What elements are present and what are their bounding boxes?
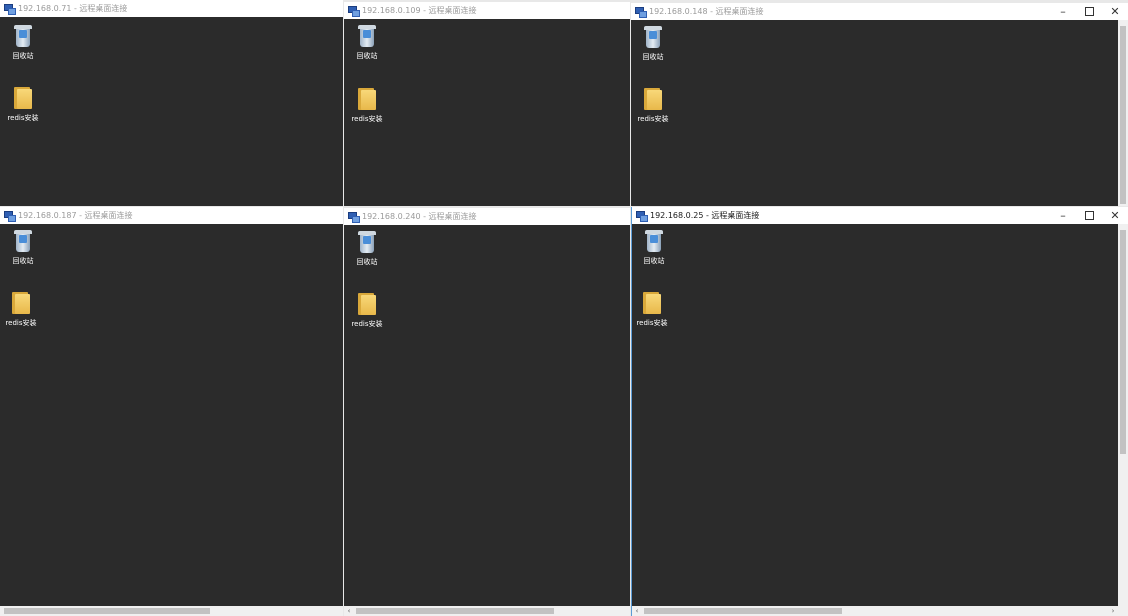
maximize-icon <box>1084 211 1094 220</box>
remote-desktop: 回收站 redis安装 <box>632 224 1128 616</box>
scroll-thumb[interactable] <box>1120 26 1126 204</box>
recycle-bin-label: 回收站 <box>356 258 378 266</box>
redis-folder[interactable]: redis安装 <box>347 291 387 329</box>
folder-label: redis安装 <box>637 115 669 123</box>
rdp-window-1[interactable]: 192.168.0.71 - 远程桌面连接 回收站 redis安装 <box>0 0 343 206</box>
maximize-icon <box>1084 7 1094 16</box>
window-titlebar[interactable]: 192.168.0.187 - 远程桌面连接 <box>0 207 343 224</box>
remote-desktop: 回收站 redis安装 <box>631 20 1128 206</box>
window-titlebar[interactable]: 192.168.0.109 - 远程桌面连接 <box>344 2 630 19</box>
remote-desktop-icon <box>635 6 647 18</box>
scroll-left-arrow[interactable]: ‹ <box>632 606 642 616</box>
folder-icon <box>12 290 30 314</box>
window-titlebar[interactable]: 192.168.0.148 - 远程桌面连接 – ✕ <box>631 3 1128 20</box>
window-title: 192.168.0.240 - 远程桌面连接 <box>362 212 477 221</box>
remote-desktop: 回收站 redis安装 <box>0 224 343 616</box>
folder-icon <box>358 86 376 110</box>
remote-desktop: 回收站 redis安装 <box>0 17 343 206</box>
window-titlebar[interactable]: 192.168.0.240 - 远程桌面连接 <box>344 208 630 225</box>
folder-icon <box>358 291 376 315</box>
recycle-bin-label: 回收站 <box>356 52 378 60</box>
scroll-thumb[interactable] <box>1120 230 1126 454</box>
window-title: 192.168.0.71 - 远程桌面连接 <box>18 4 128 13</box>
redis-folder[interactable]: redis安装 <box>3 85 43 123</box>
recycle-bin-label: 回收站 <box>643 257 665 265</box>
recycle-bin-icon <box>358 231 376 253</box>
window-title: 192.168.0.109 - 远程桌面连接 <box>362 6 477 15</box>
rdp-window-2[interactable]: 192.168.0.109 - 远程桌面连接 回收站 redis安装 <box>344 2 630 206</box>
recycle-bin-icon <box>14 25 32 47</box>
rdp-window-5[interactable]: 192.168.0.240 - 远程桌面连接 回收站 redis安装 ‹ <box>344 208 630 616</box>
recycle-bin[interactable]: 回收站 <box>3 25 43 61</box>
scroll-thumb[interactable] <box>4 608 210 614</box>
vertical-scrollbar[interactable] <box>1118 224 1128 606</box>
scroll-left-arrow[interactable]: ‹ <box>344 606 354 616</box>
horizontal-scrollbar[interactable] <box>0 606 343 616</box>
scroll-right-arrow[interactable]: › <box>1108 606 1118 616</box>
recycle-bin-icon <box>645 230 663 252</box>
folder-label: redis安装 <box>636 319 668 327</box>
remote-desktop-icon <box>636 210 648 222</box>
recycle-bin-icon <box>14 230 32 252</box>
maximize-button[interactable] <box>1076 207 1102 224</box>
window-title: 192.168.0.148 - 远程桌面连接 <box>649 7 764 16</box>
recycle-bin-icon <box>358 25 376 47</box>
window-title: 192.168.0.187 - 远程桌面连接 <box>18 211 133 220</box>
rdp-window-3[interactable]: 192.168.0.148 - 远程桌面连接 – ✕ 回收站 redis安装 <box>631 3 1128 206</box>
vertical-scrollbar[interactable] <box>1118 20 1128 206</box>
maximize-button[interactable] <box>1076 3 1102 20</box>
scroll-thumb[interactable] <box>356 608 554 614</box>
redis-folder[interactable]: redis安装 <box>347 86 387 124</box>
redis-folder[interactable]: redis安装 <box>1 290 41 328</box>
remote-desktop-icon <box>4 3 16 15</box>
minimize-button[interactable]: – <box>1050 207 1076 224</box>
minimize-button[interactable]: – <box>1050 3 1076 20</box>
folder-label: redis安装 <box>7 114 39 122</box>
recycle-bin-label: 回收站 <box>12 257 34 265</box>
close-button[interactable]: ✕ <box>1102 207 1128 224</box>
rdp-window-4[interactable]: 192.168.0.187 - 远程桌面连接 回收站 redis安装 <box>0 207 343 616</box>
recycle-bin[interactable]: 回收站 <box>347 231 387 267</box>
horizontal-scrollbar[interactable]: ‹ <box>344 606 630 616</box>
remote-desktop: 回收站 redis安装 <box>344 225 630 616</box>
redis-folder[interactable]: redis安装 <box>633 86 673 124</box>
folder-icon <box>14 85 32 109</box>
recycle-bin[interactable]: 回收站 <box>3 230 43 266</box>
remote-desktop-icon <box>348 5 360 17</box>
folder-label: redis安装 <box>5 319 37 327</box>
horizontal-scrollbar[interactable]: ‹ › <box>632 606 1128 616</box>
close-button[interactable]: ✕ <box>1102 3 1128 20</box>
redis-folder[interactable]: redis安装 <box>632 290 672 328</box>
rdp-window-6[interactable]: 192.168.0.25 - 远程桌面连接 – ✕ 回收站 redis安装 ‹ … <box>631 207 1128 616</box>
recycle-bin-label: 回收站 <box>642 53 664 61</box>
recycle-bin[interactable]: 回收站 <box>633 26 673 62</box>
scroll-thumb[interactable] <box>644 608 842 614</box>
remote-desktop-icon <box>348 211 360 223</box>
folder-icon <box>643 290 661 314</box>
window-titlebar[interactable]: 192.168.0.71 - 远程桌面连接 <box>0 0 343 17</box>
folder-label: redis安装 <box>351 115 383 123</box>
remote-desktop-icon <box>4 210 16 222</box>
recycle-bin[interactable]: 回收站 <box>634 230 674 266</box>
folder-label: redis安装 <box>351 320 383 328</box>
recycle-bin-label: 回收站 <box>12 52 34 60</box>
recycle-bin[interactable]: 回收站 <box>347 25 387 61</box>
window-titlebar[interactable]: 192.168.0.25 - 远程桌面连接 – ✕ <box>632 207 1128 224</box>
folder-icon <box>644 86 662 110</box>
recycle-bin-icon <box>644 26 662 48</box>
window-title: 192.168.0.25 - 远程桌面连接 <box>650 211 760 220</box>
remote-desktop: 回收站 redis安装 <box>344 19 630 206</box>
